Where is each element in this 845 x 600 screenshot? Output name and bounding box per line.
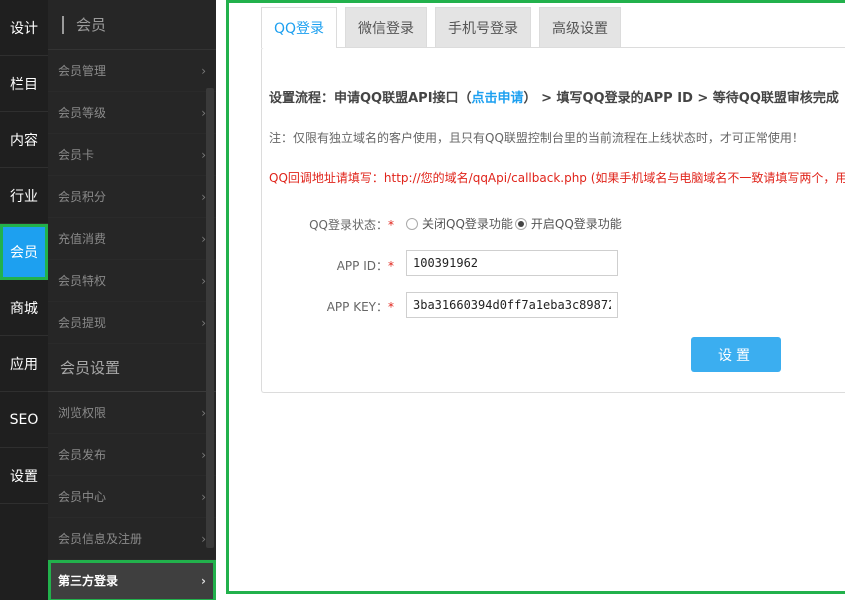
mainnav-item-shop[interactable]: 商城 <box>0 280 48 336</box>
app-key-label-text: APP KEY： <box>326 300 388 314</box>
subnav-header-title: 会员 <box>76 16 107 34</box>
subnav-item-recharge[interactable]: 充值消费 › <box>48 218 216 260</box>
radio-disable-qq[interactable] <box>406 217 418 230</box>
subnav-section-title: 会员设置 <box>48 344 216 392</box>
radio-enable-qq-label[interactable]: 开启QQ登录功能 <box>531 215 622 232</box>
required-mark: * <box>388 300 394 314</box>
mainnav-item-apps[interactable]: 应用 <box>0 336 48 392</box>
subnav-item-member-center[interactable]: 会员中心 › <box>48 476 216 518</box>
required-mark: * <box>388 259 394 273</box>
subnav-header: 会员 <box>48 0 216 50</box>
qq-status-label: QQ登录状态：* <box>254 216 394 233</box>
mainnav-item-seo[interactable]: SEO <box>0 392 48 448</box>
subnav-item-member-level[interactable]: 会员等级 › <box>48 92 216 134</box>
subnav-item-browse-permission[interactable]: 浏览权限 › <box>48 392 216 434</box>
app-id-label: APP ID：* <box>254 257 394 274</box>
radio-enable-qq[interactable] <box>514 217 527 230</box>
usage-note: 注：仅限有独立域名的客户使用，且只有QQ联盟控制台里的当前流程在上线状态时，才可… <box>269 131 804 145</box>
app-id-label-text: APP ID： <box>336 259 388 273</box>
app-key-label: APP KEY：* <box>254 298 394 315</box>
required-mark: * <box>388 218 394 232</box>
subnav-item-label: 会员信息及注册 <box>58 532 143 546</box>
tab-qq-login[interactable]: QQ登录 <box>261 7 338 48</box>
qq-status-radio-group: 关闭QQ登录功能 开启QQ登录功能 <box>406 215 624 232</box>
app-id-input[interactable] <box>406 250 618 276</box>
subnav-item-label: 会员发布 <box>58 448 107 462</box>
flow-prefix: 设置流程：申请QQ联盟API接口（ <box>269 91 472 106</box>
subnav-item-member-manage[interactable]: 会员管理 › <box>48 50 216 92</box>
subnav-scrollbar[interactable] <box>206 88 214 548</box>
subnav-item-label: 第三方登录 <box>58 574 119 588</box>
tab-wechat-login[interactable]: 微信登录 <box>345 7 428 47</box>
subnav-item-member-info-register[interactable]: 会员信息及注册 › <box>48 518 216 560</box>
chevron-right-icon: › <box>201 63 206 78</box>
sub-nav: 会员 会员管理 › 会员等级 › 会员卡 › 会员积分 › 充值消费 › 会员特权 › 会员… <box>48 0 216 600</box>
tab-phone-login[interactable]: 手机号登录 <box>435 7 532 47</box>
mainnav-item-member[interactable]: 会员 <box>0 224 48 280</box>
chevron-right-icon: › <box>201 573 206 588</box>
mainnav-item-industry[interactable]: 行业 <box>0 168 48 224</box>
subnav-item-privileges[interactable]: 会员特权 › <box>48 260 216 302</box>
subnav-item-member-publish[interactable]: 会员发布 › <box>48 434 216 476</box>
callback-url-note: QQ回调地址请填写：http://您的域名/qqApi/callback.php… <box>269 171 845 185</box>
app-key-input[interactable] <box>406 292 618 318</box>
subnav-item-label: 会员特权 <box>58 274 107 288</box>
subnav-item-label: 会员管理 <box>58 64 107 78</box>
radio-disable-qq-label[interactable]: 关闭QQ登录功能 <box>422 215 513 232</box>
subnav-item-label: 充值消费 <box>58 232 107 246</box>
subnav-item-label: 会员积分 <box>58 190 107 204</box>
tab-advanced-settings[interactable]: 高级设置 <box>539 7 622 47</box>
apply-link[interactable]: 点击申请 <box>472 91 524 106</box>
subnav-item-label: 浏览权限 <box>58 406 107 420</box>
main-nav: 设计 栏目 内容 行业 会员 商城 应用 SEO 设置 <box>0 0 48 600</box>
subnav-item-member-points[interactable]: 会员积分 › <box>48 176 216 218</box>
save-settings-button[interactable]: 设置 <box>691 337 781 372</box>
subnav-item-label: 会员卡 <box>58 148 95 162</box>
qq-status-label-text: QQ登录状态： <box>309 218 388 232</box>
subnav-item-withdraw[interactable]: 会员提现 › <box>48 302 216 344</box>
login-tabs: QQ登录 微信登录 手机号登录 高级设置 <box>261 7 629 48</box>
flow-suffix: ） > 填写QQ登录的APP ID > 等待QQ联盟审核完成 <box>523 91 839 106</box>
mainnav-item-design[interactable]: 设计 <box>0 0 48 56</box>
subnav-item-label: 会员等级 <box>58 106 107 120</box>
setup-flow-text: 设置流程：申请QQ联盟API接口（点击申请） > 填写QQ登录的APP ID >… <box>269 87 839 106</box>
subnav-item-label: 会员提现 <box>58 316 107 330</box>
subnav-item-third-party-login[interactable]: 第三方登录 › <box>48 560 216 600</box>
mainnav-item-columns[interactable]: 栏目 <box>0 56 48 112</box>
mainnav-item-content[interactable]: 内容 <box>0 112 48 168</box>
subnav-item-member-card[interactable]: 会员卡 › <box>48 134 216 176</box>
mainnav-item-settings[interactable]: 设置 <box>0 448 48 504</box>
subnav-item-label: 会员中心 <box>58 490 107 504</box>
header-divider <box>62 15 64 34</box>
